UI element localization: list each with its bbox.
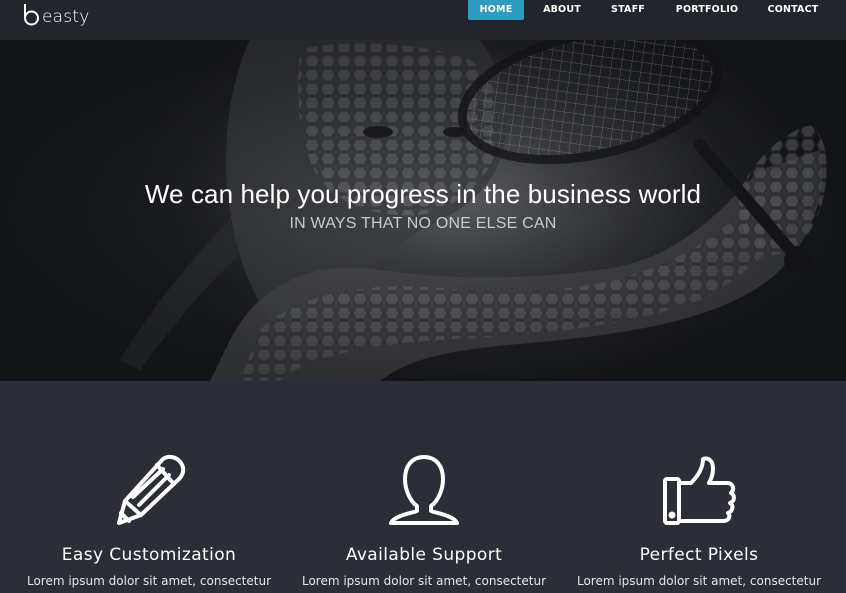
feature-text: Lorem ipsum dolor sit amet, consectetur xyxy=(301,574,547,588)
thumbs-up-icon xyxy=(663,456,736,525)
hero-title: We can help you progress in the business… xyxy=(144,179,702,209)
features-section: Easy Customization Lorem ipsum dolor sit… xyxy=(0,381,846,593)
logo[interactable]: easty xyxy=(22,0,89,26)
feature-text: Lorem ipsum dolor sit amet, consectetur xyxy=(576,574,822,588)
feature-title: Perfect Pixels xyxy=(639,545,759,565)
navbar: easty HOME ABOUT STAFF PORTFOLIO CONTACT xyxy=(0,0,846,40)
nav-about[interactable]: ABOUT xyxy=(536,0,588,20)
hero-subtitle: IN WAYS THAT NO ONE ELSE CAN xyxy=(289,215,557,232)
nav-home[interactable]: HOME xyxy=(468,0,524,20)
feature-text: Lorem ipsum dolor sit amet, consectetur xyxy=(26,574,272,588)
tennis-player-background xyxy=(0,40,846,381)
nav-portfolio[interactable]: PORTFOLIO xyxy=(668,0,746,20)
nav-contact[interactable]: CONTACT xyxy=(760,0,826,20)
feature-title: Easy Customization xyxy=(61,545,237,565)
brand-name: easty xyxy=(42,7,90,27)
pencil-icon xyxy=(117,454,186,525)
nav-staff[interactable]: STAFF xyxy=(602,0,654,20)
main-nav: HOME ABOUT STAFF PORTFOLIO CONTACT xyxy=(468,0,826,20)
b-letter-logo-icon xyxy=(24,4,39,26)
user-icon xyxy=(389,455,459,525)
feature-title: Available Support xyxy=(345,545,503,565)
hero: We can help you progress in the business… xyxy=(0,40,846,381)
